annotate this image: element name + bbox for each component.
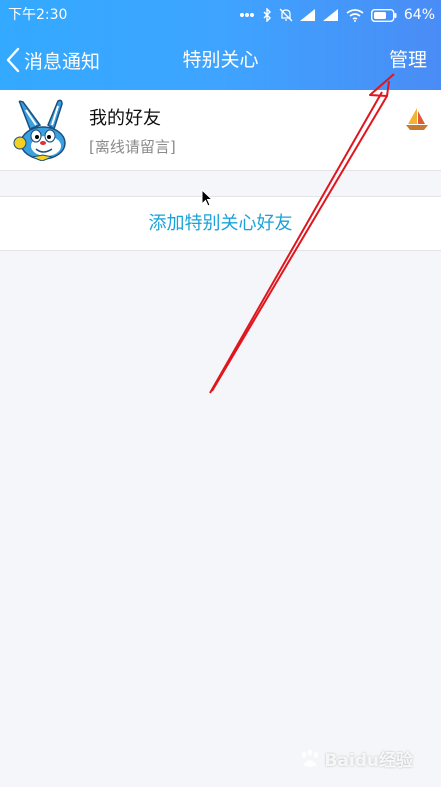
watermark: Baidu经验 [299, 746, 413, 771]
paw-icon [302, 749, 319, 767]
watermark-text: Baidu经验 [324, 751, 413, 771]
annotation-arrow [209, 73, 395, 394]
